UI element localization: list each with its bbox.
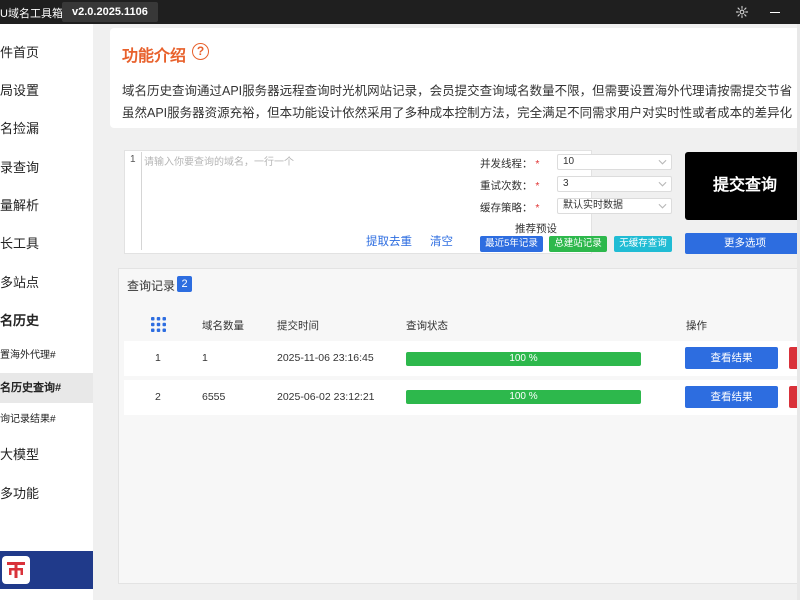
chevron-down-icon	[658, 181, 667, 187]
row-progress-bar: 100 %	[406, 352, 641, 366]
cache-policy-label: 缓存策略： *	[480, 202, 540, 214]
preset-title: 推荐预设	[515, 223, 557, 235]
sidebar-item-multi-site[interactable]: 多站点	[0, 268, 93, 298]
preset-no-cache[interactable]: 无缓存查询	[614, 236, 672, 252]
sidebar-subitem-query-results[interactable]: 询记录结果#	[0, 405, 93, 435]
grid-icon[interactable]	[151, 317, 166, 332]
domain-input[interactable]	[144, 154, 464, 170]
row-domain-count: 6555	[202, 391, 226, 403]
row-progress-label: 100 %	[509, 391, 538, 402]
column-header-actions: 操作	[686, 320, 707, 332]
chevron-down-icon	[658, 203, 667, 209]
sidebar-item-llm[interactable]: 大模型	[0, 440, 93, 470]
question-circle-icon[interactable]: ?	[192, 43, 209, 60]
brand-logo	[2, 556, 30, 584]
retries-select[interactable]: 3	[557, 176, 672, 192]
sidebar-item-tools[interactable]: 长工具	[0, 229, 93, 259]
threads-select[interactable]: 10	[557, 154, 672, 170]
sidebar-subitem-proxy[interactable]: 置海外代理#	[0, 341, 93, 371]
records-count-badge: 2	[177, 276, 192, 292]
sidebar-item-batch-resolve[interactable]: 量解析	[0, 191, 93, 221]
brand-logo-icon	[7, 562, 25, 578]
gear-icon[interactable]	[735, 5, 749, 19]
row-domain-count: 1	[202, 352, 208, 364]
view-result-button[interactable]: 查看结果	[685, 386, 778, 408]
threads-label: 并发线程： *	[480, 158, 540, 170]
retries-value: 3	[563, 178, 569, 189]
row-progress-bar: 100 %	[406, 390, 641, 404]
view-result-button[interactable]: 查看结果	[685, 347, 778, 369]
minimize-icon[interactable]	[770, 12, 780, 13]
intro-text-line-2: 虽然API服务器资源充裕，但本功能设计依然采用了多种成本控制方法，完全满足不同需…	[122, 106, 793, 120]
version-badge: v2.0.2025.1106	[62, 2, 158, 22]
chevron-down-icon	[658, 159, 667, 165]
extract-dedupe-button[interactable]: 提取去重	[366, 233, 412, 249]
sidebar: 件首页 局设置 名捡漏 录查询 量解析 长工具 多站点 名历史 置海外代理# 名…	[0, 24, 93, 600]
row-index: 1	[155, 352, 161, 364]
row-progress-label: 100 %	[509, 353, 538, 364]
threads-value: 10	[563, 156, 575, 167]
sidebar-item-home[interactable]: 件首页	[0, 38, 93, 68]
sidebar-item-more[interactable]: 多功能	[0, 479, 93, 509]
row-submit-time: 2025-11-06 23:16:45	[277, 352, 374, 364]
intro-title: 功能介绍	[122, 48, 187, 65]
sidebar-footer	[0, 551, 93, 589]
line-gutter-divider	[141, 152, 142, 250]
records-title: 查询记录	[127, 279, 176, 293]
sidebar-item-global-settings[interactable]: 局设置	[0, 76, 93, 106]
preset-all-records[interactable]: 总建站记录	[549, 236, 607, 252]
app-title: U域名工具箱	[0, 8, 63, 20]
sidebar-subitem-history-query[interactable]: 名历史查询#	[0, 373, 93, 403]
sidebar-item-domain-snipe[interactable]: 名捡漏	[0, 114, 93, 144]
intro-card: 功能介绍 ? 域名历史查询通过API服务器远程查询时光机网站记录，会员提交查询域…	[110, 28, 800, 128]
title-bar: U域名工具箱 v2.0.2025.1106	[0, 0, 800, 24]
retries-label: 重试次数： *	[480, 180, 540, 192]
intro-text-line-1: 域名历史查询通过API服务器远程查询时光机网站记录，会员提交查询域名数量不限，但…	[122, 84, 793, 98]
cache-policy-value: 默认实时数据	[563, 200, 623, 211]
submit-query-button[interactable]: 提交查询	[685, 152, 800, 220]
sidebar-item-record-query[interactable]: 录查询	[0, 153, 93, 183]
column-header-submit-time: 提交时间	[277, 320, 319, 332]
column-header-domain-count: 域名数量	[202, 320, 244, 332]
sidebar-item-domain-history[interactable]: 名历史	[0, 306, 93, 336]
cache-policy-select[interactable]: 默认实时数据	[557, 198, 672, 214]
more-options-button[interactable]: 更多选项	[685, 233, 800, 254]
clear-button[interactable]: 清空	[430, 233, 453, 249]
line-number: 1	[130, 154, 136, 165]
preset-last-5-years[interactable]: 最近5年记录	[480, 236, 543, 252]
column-header-status: 查询状态	[406, 320, 448, 332]
row-index: 2	[155, 391, 161, 403]
row-submit-time: 2025-06-02 23:12:21	[277, 391, 375, 403]
records-card	[118, 268, 800, 584]
